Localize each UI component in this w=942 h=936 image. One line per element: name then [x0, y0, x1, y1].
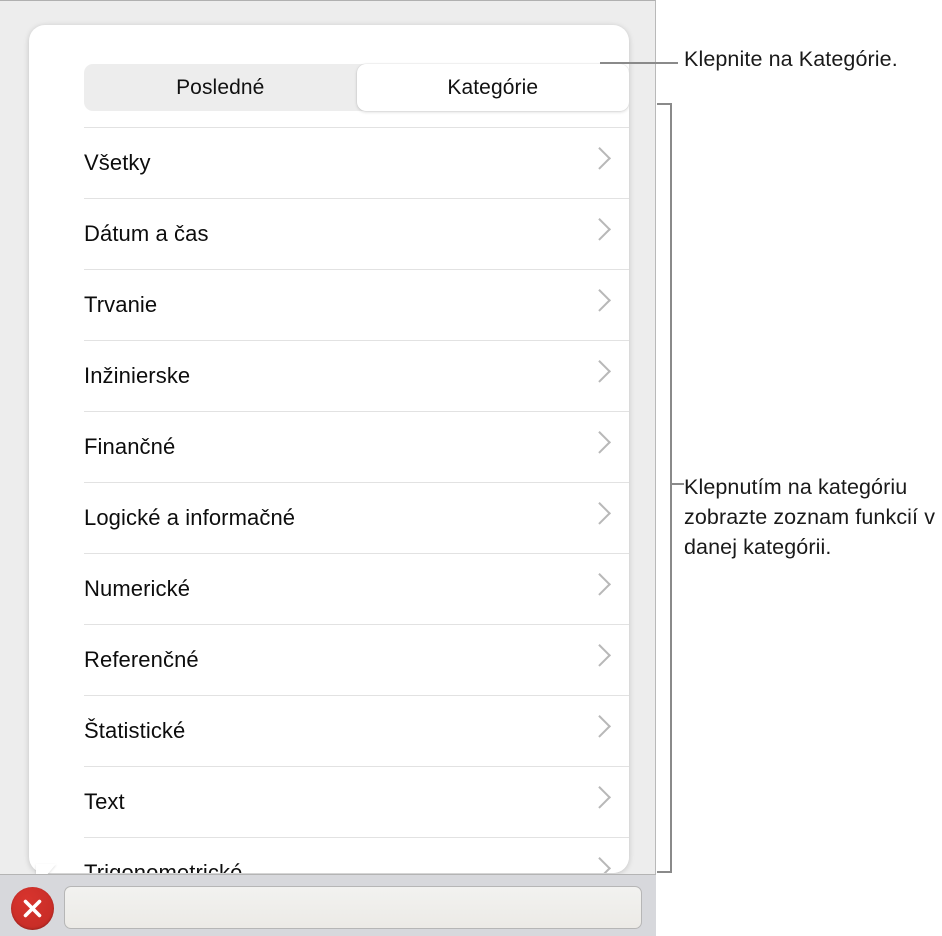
chevron-right-glyph — [588, 360, 611, 383]
chevron-right-glyph — [588, 857, 611, 873]
chevron-right-glyph — [588, 573, 611, 596]
category-row-label: Referenčné — [84, 647, 199, 672]
chevron-right-icon[interactable] — [588, 838, 629, 873]
chevron-right-icon[interactable] — [588, 199, 629, 269]
chevron-right-glyph — [588, 218, 611, 241]
category-row[interactable]: Inžinierske — [84, 340, 629, 411]
chevron-right-icon[interactable] — [588, 767, 629, 837]
tab-kategorie[interactable]: Kategórie — [356, 64, 629, 111]
category-row-label: Logické a informačné — [84, 505, 296, 530]
category-row[interactable]: Trigonometrické — [84, 837, 629, 873]
tab-kategorie-label: Kategórie — [447, 75, 539, 99]
category-row[interactable]: Numerické — [84, 553, 629, 624]
tab-posledne[interactable]: Posledné — [84, 64, 357, 111]
callout-bracket — [657, 103, 672, 873]
category-row-label: Text — [84, 789, 125, 814]
category-row[interactable]: Trvanie — [84, 269, 629, 340]
category-row[interactable]: Dátum a čas — [84, 198, 629, 269]
category-row[interactable]: Všetky — [84, 127, 629, 198]
callout-bracket-tick — [672, 483, 684, 485]
chevron-right-glyph — [588, 502, 611, 525]
tab-posledne-label: Posledné — [176, 75, 265, 99]
category-row-label: Inžinierske — [84, 363, 191, 388]
chevron-right-icon[interactable] — [588, 341, 629, 411]
category-row[interactable]: Finančné — [84, 411, 629, 482]
callout-text-tap-categories: Klepnite na Kategórie. — [684, 47, 898, 71]
category-row-label: Finančné — [84, 434, 176, 459]
category-row-label: Trigonometrické — [84, 860, 243, 873]
category-row[interactable]: Logické a informačné — [84, 482, 629, 553]
chevron-right-icon[interactable] — [588, 483, 629, 553]
chevron-right-glyph — [588, 786, 611, 809]
chevron-right-icon[interactable] — [588, 270, 629, 340]
formula-input[interactable] — [64, 886, 642, 929]
chevron-right-glyph — [588, 644, 611, 667]
callout-leader-line-1 — [600, 62, 678, 64]
chevron-right-icon[interactable] — [588, 412, 629, 482]
category-row-label: Dátum a čas — [84, 221, 209, 246]
callout-text-tap-category-to-show-functions: Klepnutím na kategóriu zobrazte zoznam f… — [684, 475, 936, 559]
chevron-right-icon[interactable] — [588, 625, 629, 695]
category-row[interactable]: Text — [84, 766, 629, 837]
category-row-label: Štatistické — [84, 718, 186, 743]
chevron-right-icon[interactable] — [588, 128, 629, 198]
close-x-icon — [23, 899, 42, 918]
category-row[interactable]: Štatistické — [84, 695, 629, 766]
chevron-right-icon[interactable] — [588, 554, 629, 624]
category-row-label: Trvanie — [84, 292, 158, 317]
chevron-right-glyph — [588, 715, 611, 738]
close-button[interactable] — [11, 887, 54, 930]
function-browser-tabs[interactable]: Posledné Kategórie — [84, 64, 629, 111]
category-row-label: Všetky — [84, 150, 151, 175]
function-browser-popover: Posledné Kategórie Všetky Dátum a čas Trva… — [29, 25, 629, 873]
chevron-right-icon[interactable] — [588, 696, 629, 766]
chevron-right-glyph — [588, 289, 611, 312]
chevron-right-glyph — [588, 431, 611, 454]
category-row[interactable]: Referenčné — [84, 624, 629, 695]
category-list[interactable]: Všetky Dátum a čas Trvanie Inžinierske Finan… — [58, 127, 629, 873]
chevron-right-glyph — [588, 147, 611, 170]
category-row-label: Numerické — [84, 576, 191, 601]
